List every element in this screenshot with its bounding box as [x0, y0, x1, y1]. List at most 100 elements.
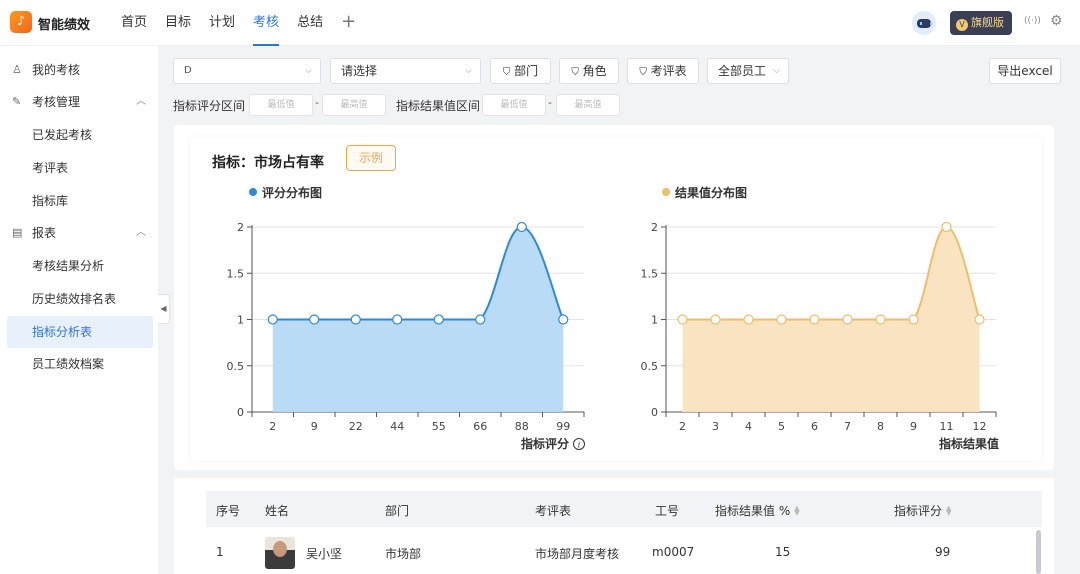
nav-plan[interactable]: 计划	[209, 0, 235, 46]
x-tick-label: 6	[811, 420, 818, 433]
sidebar-item-indicator-analysis[interactable]: 指标分析表	[7, 316, 153, 348]
sidebar-collapse-icon[interactable]: ◀	[158, 294, 170, 324]
y-tick-label: 1	[237, 314, 244, 327]
y-tick-label: 0	[651, 406, 658, 419]
nav-goals[interactable]: 目标	[165, 0, 191, 46]
edition-badge[interactable]: V 旗舰版	[950, 11, 1012, 35]
result-min-input[interactable]: 最低值	[482, 94, 546, 116]
x-tick-label: 7	[844, 420, 851, 433]
info-icon-glyph: i	[578, 441, 581, 450]
scope-select[interactable]: 请选择 ⌵	[330, 58, 481, 84]
score-range-label: 指标评分区间	[173, 99, 246, 113]
edition-label: 旗舰版	[971, 16, 1004, 29]
export-excel-button[interactable]: 导出excel	[989, 58, 1061, 84]
y-tick-label: 0.5	[641, 360, 659, 373]
filter-icon: ⛉	[639, 67, 647, 78]
data-point	[433, 314, 444, 325]
data-point	[558, 314, 569, 325]
col-score[interactable]: 指标评分 ▲ ▼	[894, 502, 951, 519]
data-point	[941, 221, 952, 233]
sidebar-item-employee-archive[interactable]: 员工绩效档案	[0, 348, 158, 380]
sidebar-item-label: 员工绩效档案	[32, 357, 105, 371]
nav-home[interactable]: 首页	[121, 0, 147, 46]
y-tick-label: 0.5	[227, 360, 245, 373]
indicator-title: 指标：市场占有率	[212, 152, 324, 172]
x-tick-label: 2	[269, 420, 276, 433]
y-tick-label: 0	[237, 406, 244, 419]
x-tick-label: 11	[940, 420, 954, 433]
data-point	[743, 314, 754, 325]
vip-icon: V	[956, 19, 968, 31]
col-score-label: 指标评分	[894, 504, 943, 518]
add-tab-icon[interactable]: +	[341, 0, 356, 46]
role-filter-label: 角色	[582, 64, 607, 78]
chevron-up-icon: ︿	[136, 227, 146, 238]
sort-icon[interactable]: ▲ ▼	[794, 505, 799, 517]
score-max-input[interactable]: 最高值	[322, 94, 386, 116]
data-point	[516, 221, 527, 233]
x-tick-label: 22	[349, 420, 363, 433]
col-result-pct[interactable]: 指标结果值 % ▲ ▼	[715, 502, 800, 519]
sidebar-item-my-assessment[interactable]: ♙ 我的考核	[0, 54, 158, 86]
avatar	[265, 537, 295, 569]
sidebar-item-launched-assessments[interactable]: 已发起考核	[0, 119, 158, 151]
report-icon: ▤	[12, 226, 23, 239]
data-point	[309, 314, 320, 325]
col-index: 序号	[216, 504, 241, 518]
x-tick-label: 44	[390, 420, 404, 433]
ai-assistant-icon[interactable]	[912, 11, 936, 35]
result-chart-legend: 结果值分布图	[662, 184, 747, 201]
period-select[interactable]: D ⌵	[173, 58, 321, 84]
sidebar-item-reports[interactable]: ▤ 报表 ︿	[0, 217, 158, 249]
legend-dot	[249, 188, 257, 196]
x-tick-label: 66	[473, 420, 487, 433]
cell-index: 1	[216, 545, 224, 559]
department-filter-button[interactable]: ⛉ 部门	[490, 58, 551, 84]
sidebar-item-assessment-management[interactable]: ✎ 考核管理 ︿	[0, 86, 158, 118]
gear-icon[interactable]: ⚙	[1050, 13, 1063, 29]
form-filter-button[interactable]: ⛉ 考评表	[627, 58, 699, 84]
example-button[interactable]: 示例	[346, 145, 396, 171]
nav-assessment[interactable]: 考核	[253, 0, 280, 46]
sort-icon[interactable]: ▲ ▼	[946, 505, 951, 517]
user-icon: ♙	[12, 63, 22, 76]
employee-select[interactable]: 全部员工 ⌵	[707, 58, 789, 84]
result-distribution-chart: 0 0.5 1 1.5 2 2 3 4 5 6 7 8 9 11 12 指标结果值	[641, 221, 1000, 451]
data-point	[677, 314, 688, 325]
score-min-input[interactable]: 最低值	[249, 94, 313, 116]
x-axis-title: 指标结果值	[939, 436, 999, 451]
filter-icon: ⛉	[502, 67, 511, 78]
sidebar-item-evaluation-forms[interactable]: 考评表	[0, 152, 158, 184]
cell-score: 99	[935, 545, 951, 559]
sidebar-item-label: 历史绩效排名表	[32, 292, 117, 306]
sidebar-item-label: 指标分析表	[32, 325, 93, 339]
data-point	[776, 314, 787, 325]
broadcast-icon[interactable]: ((·))	[1024, 16, 1041, 26]
data-point	[974, 314, 985, 325]
employee-select-value: 全部员工	[718, 64, 767, 78]
nav-summary[interactable]: 总结	[297, 0, 323, 46]
sidebar-item-result-analysis[interactable]: 考核结果分析	[0, 250, 158, 282]
x-tick-label: 9	[311, 420, 318, 433]
data-point	[710, 314, 721, 325]
sidebar-item-indicator-library[interactable]: 指标库	[0, 185, 158, 217]
chevron-down-icon: ⌵	[305, 66, 312, 76]
range-dash: -	[315, 96, 319, 109]
table-scrollbar[interactable]	[1036, 530, 1041, 574]
cell-department: 市场部	[385, 547, 422, 561]
indicator-name: 市场占有率	[254, 155, 324, 171]
x-tick-label: 12	[973, 420, 987, 433]
x-tick-label: 2	[679, 420, 686, 433]
y-tick-label: 1	[651, 314, 658, 327]
scope-select-value: 请选择	[341, 64, 378, 78]
data-point	[875, 314, 886, 325]
sidebar-item-label: 指标库	[32, 194, 69, 208]
data-point	[267, 314, 278, 325]
x-tick-label: 3	[712, 420, 719, 433]
result-max-input[interactable]: 最高值	[556, 94, 620, 116]
sidebar-item-history-ranking[interactable]: 历史绩效排名表	[0, 283, 158, 315]
cell-result-pct: 15	[775, 545, 791, 559]
form-filter-label: 考评表	[650, 64, 687, 78]
data-point	[392, 314, 403, 325]
role-filter-button[interactable]: ⛉ 角色	[559, 58, 619, 84]
